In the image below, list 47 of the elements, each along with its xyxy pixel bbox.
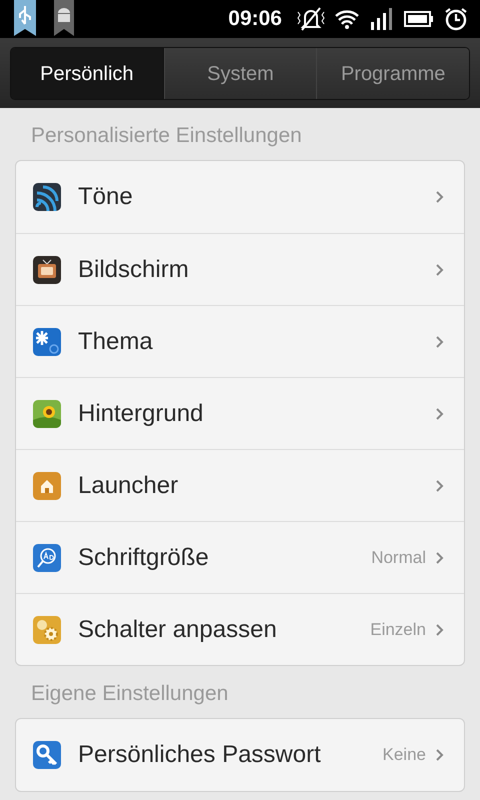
settings-row[interactable]: Schalter anpassen Einzeln [16, 593, 464, 665]
settings-row[interactable]: Hintergrund [16, 377, 464, 449]
settings-row[interactable]: Launcher [16, 449, 464, 521]
section-header: Eigene Einstellungen [30, 681, 230, 707]
tab[interactable]: Persönlich [11, 48, 164, 99]
snowflake-icon [33, 328, 61, 356]
row-label: Schriftgröße [78, 542, 210, 572]
chevron-icon [436, 264, 444, 276]
settings-row[interactable]: Bildschirm [16, 233, 464, 305]
row-label: Bildschirm [78, 254, 190, 284]
row-value: Normal [371, 546, 426, 569]
sound-waves-icon [33, 183, 61, 211]
chevron-icon [436, 480, 444, 492]
row-label: Thema [78, 326, 154, 356]
alarm-clock-icon [444, 7, 468, 31]
chevron-icon [436, 749, 444, 761]
key-icon [33, 741, 61, 769]
tab[interactable]: Programme [316, 48, 469, 99]
chevron-icon [436, 191, 444, 203]
chevron-icon [436, 408, 444, 420]
wifi-icon [334, 8, 360, 30]
usb-icon [12, 0, 38, 36]
row-value: Einzeln [370, 618, 426, 641]
row-label: Launcher [78, 470, 180, 500]
sunflower-icon [33, 400, 61, 428]
signal-icon [370, 8, 394, 30]
settings-row[interactable]: Thema [16, 305, 464, 377]
gears-icon [33, 616, 61, 644]
row-label: Schalter anpassen [78, 614, 278, 644]
chevron-icon [436, 336, 444, 348]
tab[interactable]: System [164, 48, 316, 99]
muted-bell-icon [296, 6, 326, 32]
tv-icon [33, 256, 61, 284]
chevron-icon [436, 552, 444, 564]
house-icon [33, 472, 61, 500]
row-label: Persönliches Passwort [78, 740, 322, 770]
magnifier-icon [33, 544, 61, 572]
settings-row[interactable]: Persönliches Passwort Keine [16, 719, 464, 791]
settings-row[interactable]: Schriftgröße Normal [16, 521, 464, 593]
battery-icon [404, 11, 434, 27]
settings-row[interactable]: Töne [16, 161, 464, 233]
clock-time: 09:06 [228, 6, 282, 32]
chevron-icon [436, 624, 444, 636]
row-label: Töne [78, 182, 134, 212]
section-header: Personalisierte Einstellungen [30, 123, 303, 149]
row-label: Hintergrund [78, 398, 204, 428]
row-value: Keine [382, 744, 426, 766]
